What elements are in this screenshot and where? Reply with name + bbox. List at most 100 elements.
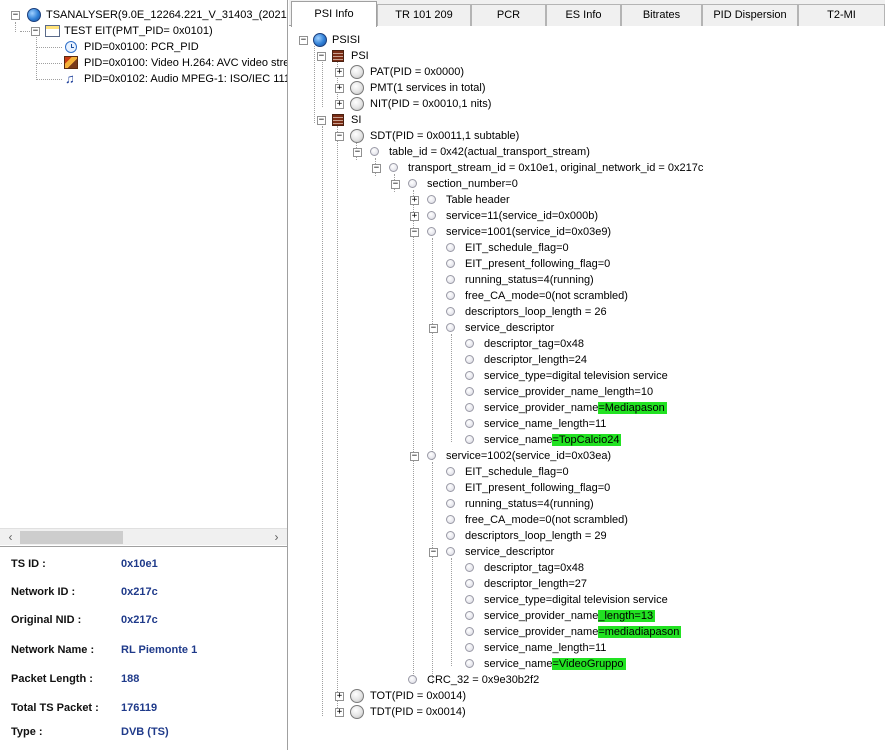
field-label: running_status=4(running) [465, 274, 594, 286]
field-label: service_name=TopCalcio24 [484, 432, 622, 448]
tab-bitrates[interactable]: Bitrates [621, 4, 702, 26]
tree-line [322, 62, 323, 107]
tree-node-stream[interactable]: PID=0x0100: PCR_PID [0, 39, 287, 55]
tree-node-program[interactable]: − TEST EIT(PMT_PID= 0x0101) [0, 23, 287, 39]
node-circle-icon [465, 419, 474, 428]
node-circle-icon [465, 355, 474, 364]
program-label: TEST EIT(PMT_PID= 0x0101) [64, 25, 213, 37]
expand-icon[interactable]: + [335, 708, 344, 717]
field-label: service_name=VideoGruppo [484, 656, 626, 672]
field-label: descriptor_length=27 [484, 578, 588, 590]
expand-icon[interactable]: + [335, 100, 344, 109]
collapse-icon[interactable]: − [317, 52, 326, 61]
expand-icon[interactable]: + [335, 84, 344, 93]
collapse-icon[interactable]: − [372, 164, 381, 173]
collapse-icon[interactable]: − [11, 11, 20, 20]
collapse-icon[interactable]: − [429, 324, 438, 333]
expand-icon[interactable]: + [410, 212, 419, 221]
field-label: free_CA_mode=0(not scrambled) [465, 514, 628, 526]
field-name: service_provider_name [484, 402, 599, 414]
stream-tree[interactable]: − TSANALYSER(9.0E_12264.221_V_31403_(202… [0, 0, 287, 528]
tree-line [314, 46, 315, 123]
node-label: NIT(PID = 0x0010,1 nits) [370, 98, 492, 110]
expand-icon[interactable]: + [410, 196, 419, 205]
node-circle-icon [427, 195, 436, 204]
node-label: transport_stream_id = 0x10e1, original_n… [408, 162, 704, 174]
tree-node-stream[interactable]: ♫ PID=0x0102: Audio MPEG-1: ISO/IEC 111 [0, 71, 287, 87]
collapse-icon[interactable]: − [317, 116, 326, 125]
tab-pcr[interactable]: PCR [471, 4, 546, 26]
highlighted-value: =mediadiapason [598, 626, 682, 638]
field-label: service_type=digital television service [484, 594, 668, 606]
node-label: table_id = 0x42(actual_transport_stream) [389, 146, 590, 158]
node-circle-icon [465, 595, 474, 604]
stream-label: PID=0x0100: Video H.264: AVC video stre [84, 57, 287, 69]
field-label: EIT_present_following_flag=0 [465, 482, 611, 494]
scroll-thumb[interactable] [20, 531, 123, 544]
node-circle-icon [427, 227, 436, 236]
info-row-total-ts-packet: Total TS Packet : 176119 [0, 698, 287, 718]
collapse-icon[interactable]: − [429, 548, 438, 557]
collapse-icon[interactable]: − [299, 36, 308, 45]
video-icon [64, 56, 78, 69]
expand-icon[interactable]: + [335, 692, 344, 701]
info-label: Total TS Packet : [11, 702, 99, 714]
field-label: free_CA_mode=0(not scrambled) [465, 290, 628, 302]
node-circle-icon [446, 483, 455, 492]
horizontal-scrollbar[interactable]: ‹ › [0, 528, 287, 545]
node-circle-icon [350, 97, 364, 111]
node-circle-icon [465, 579, 474, 588]
collapse-icon[interactable]: − [391, 180, 400, 189]
node-label: SI [351, 114, 362, 126]
info-row-network-id: Network ID : 0x217c [0, 582, 287, 602]
tab-t2-mi[interactable]: T2-MI [798, 4, 885, 26]
stream-info-panel: TS ID : 0x10e1 Network ID : 0x217c Origi… [0, 546, 287, 750]
node-circle-icon [350, 689, 364, 703]
tab-es-info[interactable]: ES Info [546, 4, 621, 26]
tab-tr-101-209[interactable]: TR 101 209 [377, 4, 471, 26]
scroll-left-icon[interactable]: ‹ [2, 529, 19, 546]
table-icon [332, 114, 344, 126]
node-circle-icon [350, 65, 364, 79]
node-label: service=1001(service_id=0x03e9) [446, 226, 612, 238]
collapse-icon[interactable]: − [31, 27, 40, 36]
node-label: service=11(service_id=0x000b) [446, 210, 599, 222]
info-value: 0x217c [121, 614, 158, 626]
collapse-icon[interactable]: − [335, 132, 344, 141]
scroll-right-icon[interactable]: › [268, 529, 285, 546]
collapse-icon[interactable]: − [353, 148, 362, 157]
node-circle-icon [370, 147, 379, 156]
node-circle-icon [446, 243, 455, 252]
table-icon [332, 50, 344, 62]
node-circle-icon [465, 371, 474, 380]
clock-icon [65, 41, 77, 53]
node-circle-icon [465, 643, 474, 652]
tree-line [322, 126, 323, 716]
field-label: descriptors_loop_length = 26 [465, 306, 607, 318]
tree-line [432, 238, 433, 460]
node-circle-icon [446, 499, 455, 508]
field-label: descriptor_length=24 [484, 354, 588, 366]
tree-line [432, 462, 433, 684]
node-circle-icon [408, 179, 417, 188]
tab-psi-info[interactable]: PSI Info [291, 1, 377, 27]
node-label: PSI [351, 50, 369, 62]
expand-icon[interactable]: + [335, 68, 344, 77]
collapse-icon[interactable]: − [410, 228, 419, 237]
tree-node-root[interactable]: − TSANALYSER(9.0E_12264.221_V_31403_(202… [0, 7, 287, 23]
collapse-icon[interactable]: − [410, 452, 419, 461]
node-circle-icon [465, 435, 474, 444]
node-label: TOT(PID = 0x0014) [370, 690, 467, 702]
field-label: EIT_present_following_flag=0 [465, 258, 611, 270]
node-circle-icon [465, 611, 474, 620]
tab-pid-dispersion[interactable]: PID Dispersion [702, 4, 798, 26]
psi-tree[interactable]: − PSISI − PSI + PAT(PID = 0x0000) + PMT(… [289, 27, 885, 750]
tree-node-stream[interactable]: PID=0x0100: Video H.264: AVC video stre [0, 55, 287, 71]
highlighted-value: =TopCalcio24 [552, 434, 622, 446]
tree-line [451, 334, 452, 442]
root-label: TSANALYSER(9.0E_12264.221_V_31403_(2021-… [46, 9, 287, 21]
info-value: 176119 [121, 702, 158, 714]
field-label: service_provider_name=mediadiapason [484, 624, 682, 640]
info-label: Network Name : [11, 644, 95, 656]
node-label: service=1002(service_id=0x03ea) [446, 450, 612, 462]
